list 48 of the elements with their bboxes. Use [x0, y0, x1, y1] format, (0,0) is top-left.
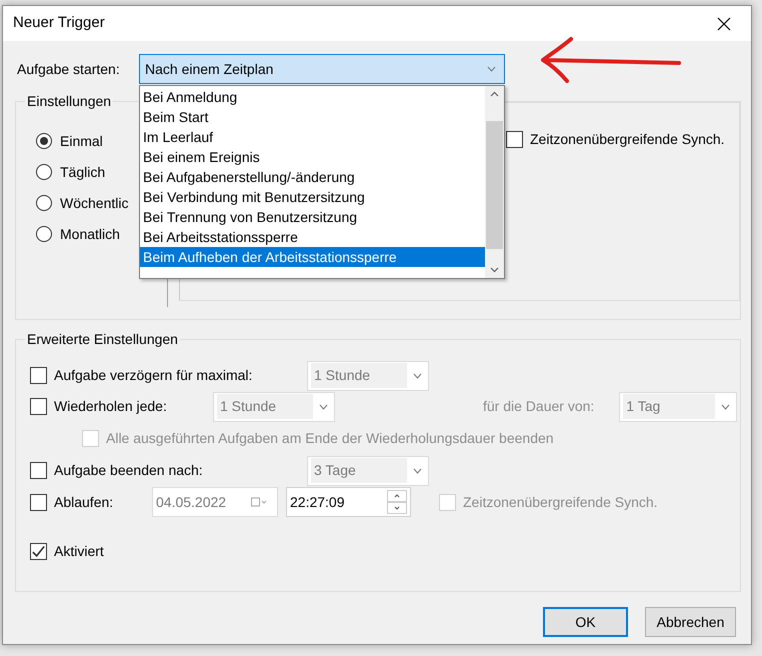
checkbox-label: Wiederholen jede:	[54, 397, 168, 416]
caret-icon	[721, 404, 730, 410]
dropdown-option[interactable]: Bei einem Ereignis	[140, 147, 485, 167]
radio-button[interactable]	[36, 226, 52, 242]
spinner-icon	[387, 490, 407, 514]
caret-icon	[413, 468, 422, 474]
field-label: Aufgabe starten:	[17, 60, 121, 79]
time-field[interactable]: 22:27:09	[286, 487, 411, 517]
checkbox-label: Aufgabe verzögern für maximal:	[54, 366, 254, 385]
checkbox[interactable]	[30, 367, 47, 384]
dropdown-option[interactable]: Bei Anmeldung	[140, 87, 485, 107]
dropdown-option[interactable]: Bei Aufgabenerstellung/-änderung	[140, 167, 485, 187]
scrollbar[interactable]	[485, 86, 504, 278]
cancel-button[interactable]: Abbrechen	[645, 607, 736, 637]
radio-label: Monatlich	[60, 224, 120, 244]
checkbox[interactable]	[30, 462, 47, 479]
field-label: für die Dauer von:	[483, 397, 594, 416]
checkbox-label: Aufgabe beenden nach:	[54, 461, 204, 480]
dropdown-option[interactable]: Im Leerlauf	[140, 127, 485, 147]
checkbox[interactable]	[30, 543, 47, 560]
checkbox-label: Alle ausgeführten Aufgaben am Ende der Wiederholungsdauer beenden	[106, 428, 554, 448]
dropdown-option[interactable]: Beim Aufheben der Arbeitsstationssperre	[140, 247, 485, 267]
dropdown-option[interactable]: Bei Verbindung mit Benutzersitzung	[140, 187, 485, 207]
close-icon[interactable]	[717, 16, 731, 30]
caret-icon	[413, 372, 422, 378]
checkbox-label: Zeitzonenübergreifende Synch.	[530, 130, 725, 149]
dropdown-option[interactable]: Bei Trennung von Benutzersitzung	[140, 207, 485, 227]
ok-button[interactable]: OK	[543, 607, 628, 637]
caret-icon	[319, 404, 328, 410]
radio-label: Täglich	[60, 162, 106, 182]
dropdown-option[interactable]: Beim Start	[140, 107, 485, 127]
calendar-icon	[251, 497, 267, 507]
dropdown-option[interactable]: Bei Arbeitsstationssperre	[140, 227, 485, 247]
checkbox-label: Zeitzonenübergreifende Synch.	[463, 492, 658, 512]
radio-label: Einmal	[60, 132, 103, 150]
window-title: Neuer Trigger	[13, 13, 105, 34]
checkbox[interactable]	[506, 131, 523, 148]
radio-button[interactable]	[36, 133, 52, 149]
start-combo[interactable]: Nach einem Zeitplan	[139, 54, 505, 84]
radio-label: Wöchentlic	[60, 194, 128, 212]
scrollbar-thumb[interactable]	[486, 121, 503, 249]
checkbox-label: Ablaufen:	[54, 492, 114, 512]
radio-button[interactable]	[36, 195, 52, 211]
checkbox[interactable]	[30, 398, 47, 415]
radio-button[interactable]	[36, 164, 52, 180]
checkbox-label: Aktiviert	[54, 542, 104, 561]
caret-icon	[487, 66, 496, 72]
checkbox[interactable]	[30, 494, 47, 510]
